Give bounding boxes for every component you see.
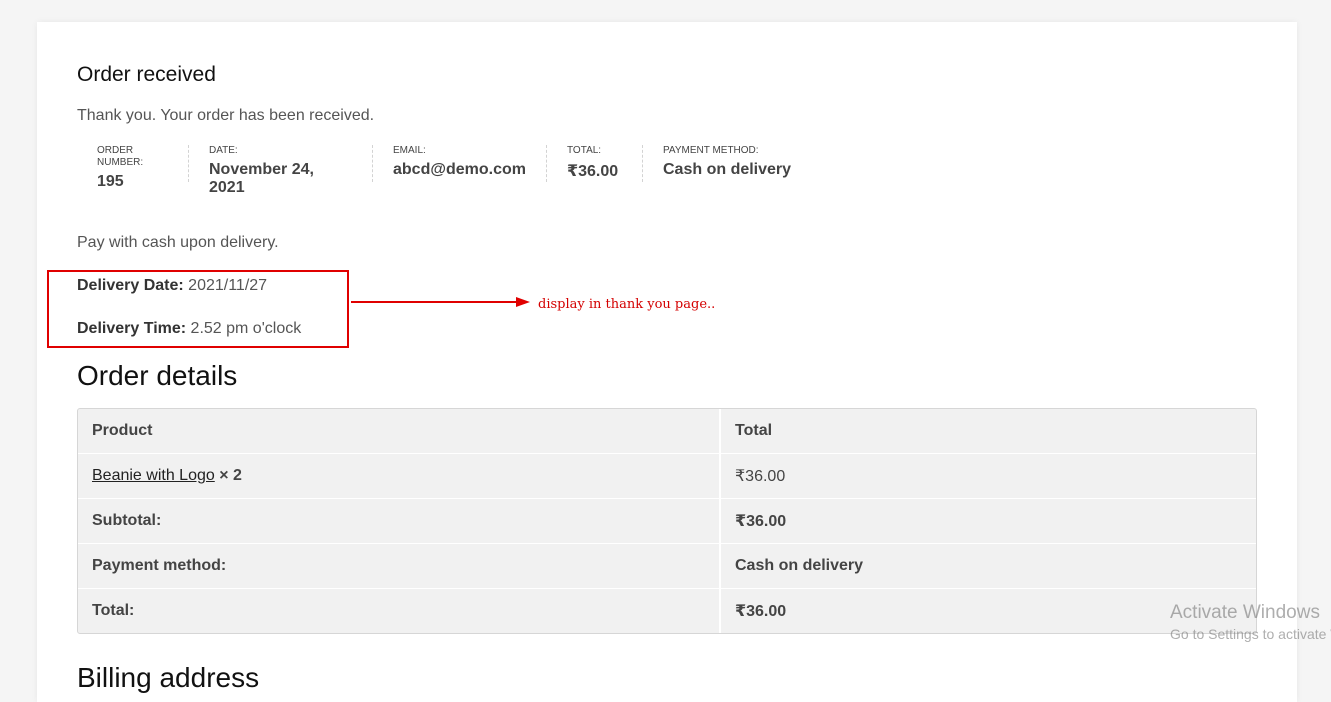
overview-value: November 24, 2021	[209, 161, 314, 196]
overview-value: Cash on delivery	[663, 161, 792, 178]
billing-address-title: Billing address	[77, 662, 260, 693]
overview-label: PAYMENT METHOD:	[663, 145, 759, 156]
overview-payment-method: PAYMENT METHOD: Cash on delivery	[643, 145, 823, 182]
overview-value: ₹36.00	[567, 163, 619, 180]
watermark-title: Activate Windows	[1170, 602, 1320, 623]
subtotal-label: Subtotal:	[78, 498, 721, 543]
overview-label: EMAIL:	[393, 145, 426, 156]
table-header-row: Product Total	[78, 409, 1256, 453]
payment-method-value: Cash on delivery	[721, 543, 1256, 588]
header-product: Product	[78, 409, 721, 453]
annotation-arrow	[351, 301, 519, 303]
thank-you-message: Thank you. Your order has been received.	[77, 107, 375, 124]
payment-method-label: Payment method:	[78, 543, 721, 588]
watermark-subtitle: Go to Settings to activate Windows.	[1170, 626, 1331, 642]
order-received-title: Order received	[77, 63, 216, 86]
order-overview: ORDER NUMBER: 195 DATE: November 24, 202…	[77, 145, 823, 196]
overview-total: TOTAL: ₹36.00	[547, 145, 643, 182]
overview-value: abcd@demo.com	[393, 161, 526, 178]
overview-label: ORDER NUMBER:	[97, 145, 144, 168]
table-row: Subtotal: ₹36.00	[78, 498, 1256, 543]
header-total: Total	[735, 422, 773, 439]
subtotal-value: ₹36.00	[721, 498, 1256, 543]
table-row: Total: ₹36.00	[78, 588, 1256, 633]
overview-order-number: ORDER NUMBER: 195	[77, 145, 189, 190]
product-total: ₹36.00	[721, 453, 1256, 498]
table-row: Payment method: Cash on delivery	[78, 543, 1256, 588]
order-details-title: Order details	[77, 360, 238, 391]
windows-activation-watermark: Activate Windows Go to Settings to activ…	[1170, 602, 1331, 642]
overview-label: DATE:	[209, 145, 238, 156]
annotation-arrow-head-icon	[516, 297, 530, 307]
total-label: Total:	[78, 588, 721, 633]
table-row: Beanie with Logo × 2 ₹36.00	[78, 453, 1256, 498]
product-cell: Beanie with Logo × 2	[78, 453, 721, 498]
order-details-table: Product Total Beanie with Logo × 2 ₹36.0…	[77, 408, 1257, 634]
product-link[interactable]: Beanie with Logo	[92, 467, 215, 484]
annotation-text: display in thank you page..	[538, 297, 716, 312]
payment-instructions: Pay with cash upon delivery.	[77, 234, 279, 251]
annotation-highlight-box	[47, 270, 349, 348]
overview-date: DATE: November 24, 2021	[189, 145, 373, 196]
overview-email: EMAIL: abcd@demo.com	[373, 145, 547, 182]
product-quantity: × 2	[219, 467, 242, 484]
overview-label: TOTAL:	[567, 145, 602, 156]
overview-value: 195	[97, 173, 124, 190]
